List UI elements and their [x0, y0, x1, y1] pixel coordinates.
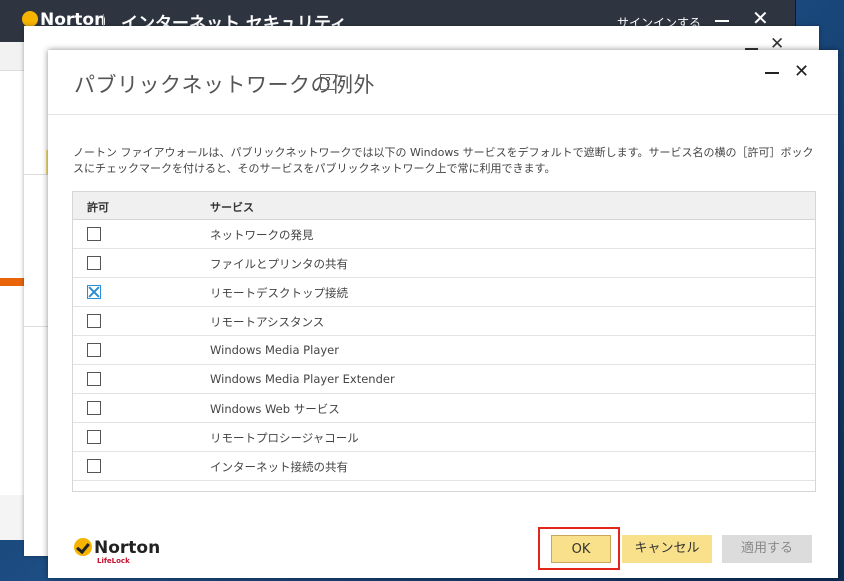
- mid-divider: [24, 174, 48, 175]
- dialog-description: ノートン ファイアウォールは、パブリックネットワークでは以下の Windows …: [73, 146, 814, 175]
- main-minimize-icon[interactable]: [715, 20, 729, 22]
- service-label: リモートプロシージャコール: [210, 431, 359, 445]
- table-header: 許可 サービス: [73, 192, 815, 220]
- main-close-icon[interactable]: ✕: [752, 8, 769, 28]
- service-label: リモートアシスタンス: [210, 315, 325, 329]
- service-label: リモートデスクトップ接続: [210, 286, 348, 300]
- allow-checkbox[interactable]: [87, 227, 101, 241]
- lifelock-subtext: LifeLock: [97, 557, 130, 565]
- column-header-allow: 許可: [87, 201, 109, 214]
- allow-checkbox[interactable]: [87, 256, 101, 270]
- ok-button[interactable]: OK: [551, 535, 611, 563]
- table-row: リモートデスクトップ接続: [73, 278, 815, 307]
- table-row: ネットワークの発見: [73, 220, 815, 249]
- allow-checkbox[interactable]: [87, 285, 101, 299]
- dialog-close-icon[interactable]: ✕: [794, 62, 809, 82]
- main-content-fragment: [0, 42, 24, 71]
- mid-divider: [24, 326, 48, 327]
- service-label: ネットワークの発見: [210, 228, 314, 242]
- column-header-service: サービス: [210, 201, 254, 214]
- service-label: インターネット接続の共有: [210, 460, 348, 474]
- allow-checkbox[interactable]: [87, 343, 101, 357]
- allow-checkbox[interactable]: [87, 372, 101, 386]
- main-footer-fragment: [0, 495, 24, 540]
- table-row: ファイルとプリンタの共有: [73, 249, 815, 278]
- service-label: ファイルとプリンタの共有: [210, 257, 348, 271]
- dialog-minimize-icon[interactable]: [765, 72, 779, 74]
- cancel-button[interactable]: キャンセル: [622, 535, 712, 563]
- main-orange-strip: [0, 278, 24, 286]
- dialog-header: パブリックネットワークの例外 ? ✕: [48, 50, 838, 115]
- service-label: Windows Web サービス: [210, 402, 340, 416]
- table-row: Windows Web サービス: [73, 394, 815, 423]
- allow-checkbox[interactable]: [87, 314, 101, 328]
- norton-check-icon: [74, 538, 92, 556]
- table-row: Windows Media Player: [73, 336, 815, 365]
- allow-checkbox[interactable]: [87, 430, 101, 444]
- services-table: 許可 サービス ネットワークの発見ファイルとプリンタの共有 リモートデスクトップ接…: [72, 191, 816, 492]
- public-network-exceptions-dialog: パブリックネットワークの例外 ? ✕ ノートン ファイアウォールは、パブリックネ…: [48, 50, 838, 578]
- table-row: インターネット接続の共有: [73, 452, 815, 481]
- allow-checkbox[interactable]: [87, 401, 101, 415]
- table-row: Windows Media Player Extender: [73, 365, 815, 394]
- service-label: Windows Media Player: [210, 343, 339, 357]
- table-row: リモートプロシージャコール: [73, 423, 815, 452]
- norton-check-icon: [22, 11, 38, 27]
- table-row: リモートアシスタンス: [73, 307, 815, 336]
- help-icon[interactable]: ?: [320, 74, 336, 90]
- logo-text: Norton: [94, 538, 161, 558]
- norton-lifelock-logo: Norton: [74, 538, 160, 558]
- allow-checkbox[interactable]: [87, 459, 101, 473]
- service-label: Windows Media Player Extender: [210, 372, 395, 386]
- apply-button[interactable]: 適用する: [722, 535, 812, 563]
